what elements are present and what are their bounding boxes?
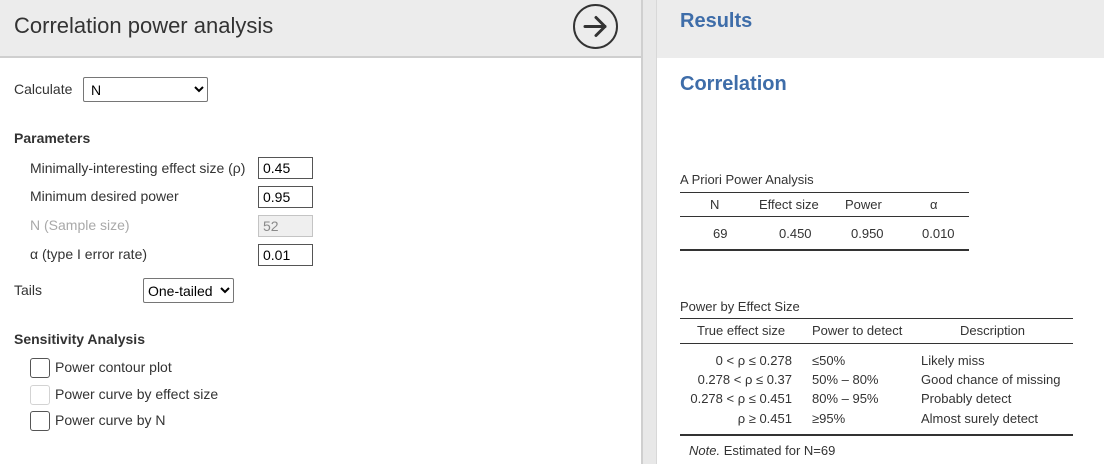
- results-header: Results: [657, 0, 1104, 58]
- table-cell: 0.010: [922, 226, 955, 241]
- column-header: True effect size: [697, 323, 786, 338]
- arrow-circle-right-icon: [583, 16, 607, 37]
- panel-splitter[interactable]: [642, 0, 657, 464]
- note-text: Estimated for N=69: [723, 443, 836, 458]
- column-header: Description: [960, 323, 1026, 338]
- table-cell: 69: [713, 226, 728, 241]
- table-rule: [680, 434, 1073, 436]
- calculate-label: Calculate: [14, 81, 73, 97]
- results-title: Results: [680, 10, 753, 32]
- alpha-label: α (type I error rate): [30, 246, 148, 262]
- table-cell: 50% – 80%: [812, 372, 879, 387]
- table-cell: 0.450: [779, 226, 812, 241]
- effect-size-input[interactable]: [258, 157, 313, 179]
- column-header: Effect size: [759, 197, 819, 212]
- tails-select[interactable]: One-tailed: [143, 278, 234, 303]
- table-cell: 0.950: [851, 226, 884, 241]
- table-cell: 0.278 < ρ ≤ 0.451: [690, 391, 792, 406]
- desired-power-input[interactable]: [258, 186, 313, 208]
- table-cell: Probably detect: [921, 391, 1012, 406]
- sample-size-input: [258, 215, 313, 237]
- power-contour-checkbox[interactable]: [30, 358, 50, 378]
- table-rule: [680, 249, 969, 251]
- tails-label: Tails: [14, 282, 43, 298]
- sensitivity-heading: Sensitivity Analysis: [14, 331, 145, 347]
- results-panel: Results Correlation A Priori Power Analy…: [657, 0, 1104, 464]
- column-header: N: [710, 197, 720, 212]
- power-contour-label[interactable]: Power contour plot: [55, 359, 172, 375]
- calculate-select[interactable]: N: [83, 77, 208, 102]
- desired-power-label: Minimum desired power: [30, 188, 179, 204]
- column-header: Power to detect: [812, 323, 903, 338]
- table-rule: [680, 216, 969, 217]
- table-cell: 0 < ρ ≤ 0.278: [715, 353, 792, 368]
- column-header: Power: [845, 197, 882, 212]
- sample-size-label: N (Sample size): [30, 217, 130, 233]
- apriori-caption: A Priori Power Analysis: [680, 172, 814, 187]
- options-header: Correlation power analysis: [0, 0, 641, 58]
- parameters-heading: Parameters: [14, 130, 91, 146]
- alpha-input[interactable]: [258, 244, 313, 266]
- table-cell: Almost surely detect: [921, 411, 1039, 426]
- table-cell: 80% – 95%: [812, 391, 879, 406]
- table-rule: [680, 343, 1073, 344]
- power-curve-effect-checkbox: [30, 385, 50, 405]
- table-rule: [680, 192, 969, 193]
- power-curve-n-checkbox[interactable]: [30, 411, 50, 431]
- table-cell: 0.278 < ρ ≤ 0.37: [697, 372, 792, 387]
- panel-title: Correlation power analysis: [14, 13, 274, 38]
- table-cell: Good chance of missing: [921, 372, 1061, 387]
- table-cell: ≤50%: [812, 353, 846, 368]
- power-curve-n-label[interactable]: Power curve by N: [55, 412, 165, 428]
- note-label: Note.: [689, 443, 721, 458]
- effect-size-label: Minimally-interesting effect size (ρ): [30, 160, 246, 176]
- power-curve-effect-label: Power curve by effect size: [55, 386, 219, 402]
- column-header: α: [930, 197, 938, 212]
- power-effect-caption: Power by Effect Size: [680, 299, 800, 314]
- table-cell: ≥95%: [812, 411, 846, 426]
- table-cell: Likely miss: [921, 353, 985, 368]
- table-rule: [680, 318, 1073, 319]
- table-note: Note. Estimated for N=69: [689, 443, 835, 458]
- analysis-title: Correlation: [680, 73, 787, 95]
- run-analysis-button[interactable]: [573, 4, 618, 49]
- table-cell: ρ ≥ 0.451: [737, 411, 792, 426]
- options-panel: Correlation power analysis Calculate N P…: [0, 0, 642, 464]
